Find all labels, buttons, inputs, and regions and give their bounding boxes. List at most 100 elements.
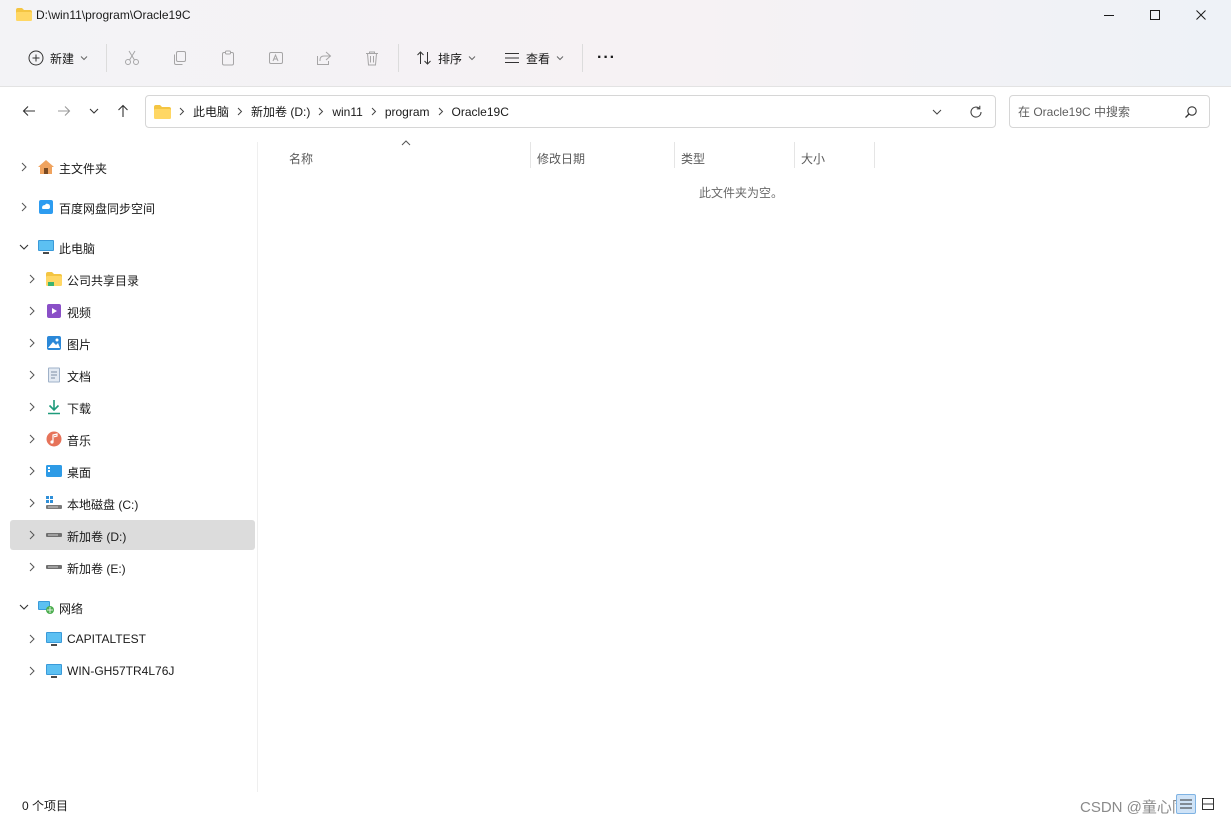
arrow-up-icon [118,104,128,117]
breadcrumb-oracle19c[interactable]: Oracle19C [452,105,509,119]
chevron-right-icon[interactable] [26,337,38,349]
title-bar: D:\win11\program\Oracle19C [0,0,1231,32]
maximize-button[interactable] [1132,0,1178,30]
new-button[interactable]: 新建 [28,42,88,74]
drive-icon [46,565,62,569]
paste-button[interactable] [220,42,236,74]
search-input[interactable] [1018,103,1178,121]
sort-button[interactable]: 排序 [416,42,476,74]
sidebar-item-baidu-sync[interactable]: 百度网盘同步空间 [10,192,255,222]
breadcrumb-program[interactable]: program [385,105,430,119]
breadcrumb-win11[interactable]: win11 [332,105,362,119]
baidu-netdisk-icon [39,200,53,214]
chevron-right-icon[interactable] [26,465,38,477]
chevron-right-icon [318,107,324,116]
chevron-right-icon[interactable] [26,433,38,445]
sidebar-item-downloads[interactable]: 下载 [10,392,255,422]
home-icon [38,160,54,174]
sidebar-item-drive-e[interactable]: 新加卷 (E:) [10,552,255,582]
sidebar-item-label: WIN-GH57TR4L76J [67,664,175,678]
chevron-down-icon[interactable] [18,601,30,613]
sidebar-item-desktop[interactable]: 桌面 [10,456,255,486]
details-view-icon [1180,799,1192,809]
system-drive-icon [46,496,62,509]
chevron-down-icon[interactable] [18,241,30,253]
plus-circle-icon [28,50,44,66]
desktop-icon [46,465,62,477]
column-header-date[interactable]: 修改日期 [530,146,674,168]
download-arrow-icon [48,400,60,415]
chevron-right-icon[interactable] [26,529,38,541]
delete-button[interactable] [364,42,380,74]
sidebar-item-music[interactable]: 音乐 [10,424,255,454]
share-button[interactable] [316,42,332,74]
folder-icon [16,8,32,21]
rename-button[interactable] [268,42,284,74]
sidebar-item-pictures[interactable]: 图片 [10,328,255,358]
sidebar-item-drive-c[interactable]: 本地磁盘 (C:) [10,488,255,518]
breadcrumb-this-pc[interactable]: 此电脑 [193,103,229,120]
chevron-right-icon[interactable] [18,161,30,173]
toolbar-divider [398,44,399,72]
sidebar-item-documents[interactable]: 文档 [10,360,255,390]
sidebar-item-label: 新加卷 (D:) [67,530,127,544]
sidebar-item-this-pc[interactable]: 此电脑 [10,232,255,262]
back-button[interactable] [17,98,41,124]
minimize-button[interactable] [1086,0,1132,30]
share-icon [317,51,332,65]
chevron-right-icon[interactable] [26,369,38,381]
chevron-right-icon [371,107,377,116]
sidebar-item-network[interactable]: 网络 [10,592,255,622]
copy-button[interactable] [172,42,188,74]
chevron-right-icon[interactable] [18,201,30,213]
address-bar[interactable]: 此电脑 新加卷 (D:) win11 program Oracle19C [145,95,996,128]
more-options-button[interactable]: ··· [597,42,616,74]
sidebar-item-capitaltest[interactable]: CAPITALTEST [10,624,255,654]
chevron-down-icon [80,56,88,61]
chevron-right-icon[interactable] [26,633,38,645]
view-button[interactable]: 查看 [504,42,564,74]
search-box[interactable] [1009,95,1210,128]
computer-icon [38,240,54,254]
drive-icon [46,533,62,537]
breadcrumb: 此电脑 新加卷 (D:) win11 program Oracle19C [154,96,509,127]
chevron-right-icon[interactable] [26,273,38,285]
view-button-label: 查看 [526,51,551,66]
column-header-label: 类型 [681,152,706,166]
recent-locations-button[interactable] [82,98,106,124]
chevron-right-icon[interactable] [26,665,38,677]
details-view-button[interactable] [1176,794,1196,814]
column-divider[interactable] [874,142,875,168]
up-button[interactable] [111,98,135,124]
refresh-icon[interactable] [968,104,984,120]
chevron-right-icon[interactable] [26,401,38,413]
tiles-view-button[interactable] [1198,794,1218,814]
address-history-dropdown[interactable] [929,104,945,120]
column-header-label: 大小 [801,152,826,166]
column-header-name[interactable]: 名称 [280,146,530,168]
breadcrumb-drive-d[interactable]: 新加卷 (D:) [251,103,310,120]
forward-button[interactable] [52,98,76,124]
chevron-right-icon[interactable] [26,305,38,317]
column-header-size[interactable]: 大小 [794,146,874,168]
file-list-pane[interactable]: 名称 修改日期 类型 大小 此文件夹为空。 [258,140,1231,792]
sidebar-item-label: 本地磁盘 (C:) [67,498,139,512]
chevron-right-icon[interactable] [26,561,38,573]
column-header-type[interactable]: 类型 [674,146,794,168]
sidebar-item-drive-d[interactable]: 新加卷 (D:) [10,520,255,550]
sidebar-item-label: 视频 [67,306,92,320]
chevron-right-icon[interactable] [26,497,38,509]
sidebar-item-videos[interactable]: 视频 [10,296,255,326]
sidebar-item-win-host[interactable]: WIN-GH57TR4L76J [10,656,255,686]
close-icon [1196,10,1206,20]
close-button[interactable] [1178,0,1224,30]
sidebar-item-label: 图片 [67,338,92,352]
sidebar-item-label: 公司共享目录 [67,274,140,288]
toolbar-divider [106,44,107,72]
more-options-icon: ··· [597,49,616,66]
maximize-icon [1150,10,1160,20]
cut-button[interactable] [124,42,140,74]
sidebar-item-home[interactable]: 主文件夹 [10,152,255,182]
sidebar-item-company-share[interactable]: 公司共享目录 [10,264,255,294]
search-icon[interactable] [1184,105,1198,119]
